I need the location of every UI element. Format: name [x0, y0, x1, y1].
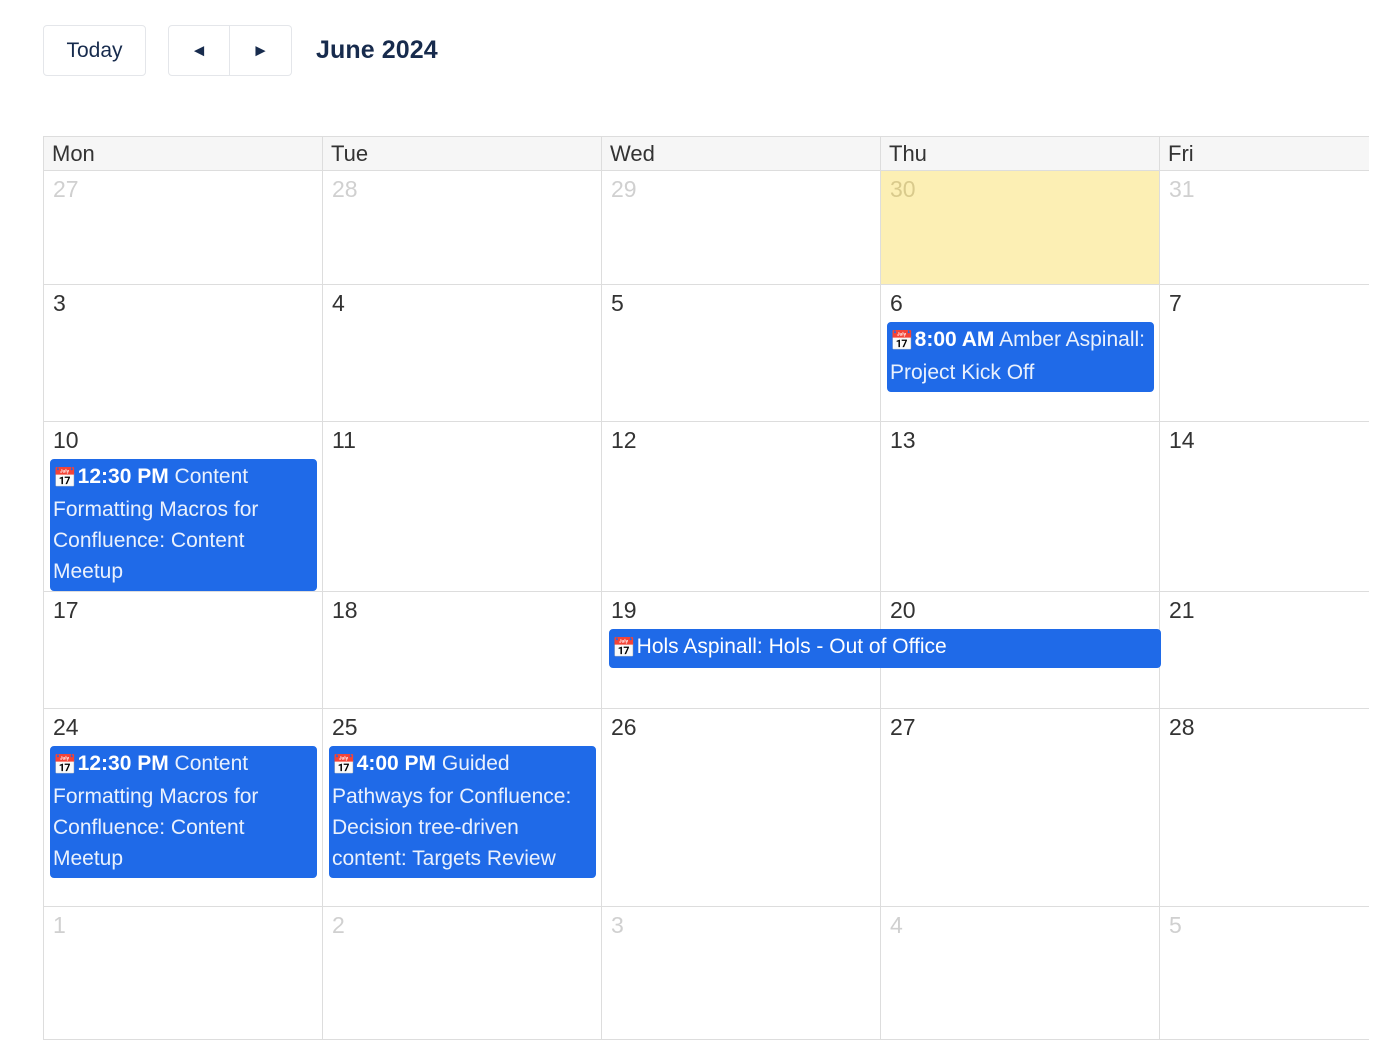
- calendar-day-cell[interactable]: 3: [44, 285, 323, 421]
- day-number: 20: [890, 597, 916, 623]
- day-number: 12: [611, 427, 637, 453]
- day-events: 📅12:30 PM Content Formatting Macros for …: [44, 742, 322, 878]
- calendar-day-cell[interactable]: 31: [1160, 171, 1400, 284]
- weekday-header-tue: Tue: [323, 137, 602, 170]
- day-number: 3: [611, 912, 624, 938]
- day-number: 21: [1169, 597, 1195, 623]
- calendar-day-cell[interactable]: 4: [881, 907, 1160, 1039]
- event-time: 12:30 PM: [77, 465, 169, 488]
- calendar-day-cell[interactable]: 13: [881, 422, 1160, 591]
- weekday-header-fri: Fri: [1160, 137, 1400, 170]
- day-number: 17: [53, 597, 79, 623]
- calendar-title: June 2024: [316, 35, 438, 64]
- calendar-event[interactable]: 📅12:30 PM Content Formatting Macros for …: [50, 459, 317, 591]
- calendar-week-row: 1 2 3 4 5: [44, 907, 1400, 1040]
- calendar-event[interactable]: 📅4:00 PM Guided Pathways for Confluence:…: [329, 746, 596, 878]
- day-number: 5: [611, 290, 624, 316]
- calendar-event-multiday[interactable]: 📅Hols Aspinall: Hols - Out of Office: [609, 629, 1161, 668]
- day-number: 11: [332, 427, 356, 453]
- calendar-day-cell[interactable]: 28: [323, 171, 602, 284]
- calendar-day-cell[interactable]: 5: [1160, 907, 1400, 1039]
- calendar-day-cell[interactable]: 24 📅12:30 PM Content Formatting Macros fo…: [44, 709, 323, 906]
- day-number: 6: [890, 290, 903, 316]
- calendar-day-cell[interactable]: 7: [1160, 285, 1400, 421]
- calendar-day-cell[interactable]: 12: [602, 422, 881, 591]
- calendar-day-cell[interactable]: 21: [1160, 592, 1400, 708]
- calendar-day-cell[interactable]: 26: [602, 709, 881, 906]
- calendar-day-cell[interactable]: 17: [44, 592, 323, 708]
- event-time: 8:00 AM: [914, 328, 995, 351]
- event-time: 12:30 PM: [77, 752, 169, 775]
- calendar-day-cell[interactable]: 18: [323, 592, 602, 708]
- calendar-week-row: 17 18 19 20 21 📅Hols Aspinall: Hols - Out of …: [44, 592, 1400, 709]
- day-number: 25: [332, 714, 358, 740]
- day-number: 24: [53, 714, 79, 740]
- weekday-header-thu: Thu: [881, 137, 1160, 170]
- calendar-day-cell-today[interactable]: 30: [881, 171, 1160, 284]
- day-number: 19: [611, 597, 637, 623]
- next-month-button[interactable]: ►: [230, 24, 292, 76]
- calendar-icon: 📅: [890, 331, 914, 352]
- calendar-day-cell[interactable]: 10 📅12:30 PM Content Formatting Macros fo…: [44, 422, 323, 591]
- day-number: 3: [53, 290, 66, 316]
- calendar-rows: 27 28 29 30 31 3 4 5 6 📅8:00 AM Amber Aspinall: P…: [44, 171, 1400, 1040]
- day-number: 18: [332, 597, 358, 623]
- calendar-event[interactable]: 📅8:00 AM Amber Aspinall: Project Kick Of…: [887, 322, 1154, 392]
- day-number: 31: [1169, 176, 1195, 202]
- calendar-icon: 📅: [53, 755, 77, 776]
- calendar-icon: 📅: [332, 755, 356, 776]
- calendar-icon: 📅: [53, 468, 77, 489]
- calendar-week-row: 27 28 29 30 31: [44, 171, 1400, 285]
- calendar-day-cell[interactable]: 28: [1160, 709, 1400, 906]
- calendar-day-cell[interactable]: 3: [602, 907, 881, 1039]
- day-number: 5: [1169, 912, 1182, 938]
- calendar-week-row: 10 📅12:30 PM Content Formatting Macros fo…: [44, 422, 1400, 592]
- day-number: 27: [53, 176, 79, 202]
- calendar-day-cell[interactable]: 4: [323, 285, 602, 421]
- day-number: 1: [53, 912, 66, 938]
- calendar-week-row: 3 4 5 6 📅8:00 AM Amber Aspinall: Project Kic…: [44, 285, 1400, 422]
- calendar-week-row: 24 📅12:30 PM Content Formatting Macros fo…: [44, 709, 1400, 907]
- day-events: 📅4:00 PM Guided Pathways for Confluence:…: [323, 742, 601, 878]
- weekday-header-mon: Mon: [44, 137, 323, 170]
- calendar-day-cell[interactable]: 25 📅4:00 PM Guided Pathways for Confluenc…: [323, 709, 602, 906]
- day-number: 14: [1169, 427, 1195, 453]
- event-time: 4:00 PM: [356, 752, 437, 775]
- day-number: 27: [890, 714, 916, 740]
- day-number: 2: [332, 912, 345, 938]
- nav-button-group: ◄ ►: [168, 24, 292, 76]
- day-events: 📅8:00 AM Amber Aspinall: Project Kick Of…: [881, 318, 1159, 392]
- calendar-toolbar: Today ◄ ► June 2024: [43, 24, 438, 76]
- next-arrow-icon: ►: [252, 40, 269, 60]
- day-number: 30: [890, 176, 916, 202]
- day-number: 29: [611, 176, 637, 202]
- month-calendar-grid: Mon Tue Wed Thu Fri 27 28 29 30 31 3 4 5 6 📅8:00 AM A…: [43, 136, 1400, 1040]
- calendar-day-cell[interactable]: 5: [602, 285, 881, 421]
- calendar-day-cell[interactable]: 2: [323, 907, 602, 1039]
- calendar-day-cell[interactable]: 27: [44, 171, 323, 284]
- calendar-day-cell[interactable]: 11: [323, 422, 602, 591]
- calendar-day-cell[interactable]: 27: [881, 709, 1160, 906]
- day-number: 4: [332, 290, 345, 316]
- calendar-day-cell[interactable]: 29: [602, 171, 881, 284]
- today-button[interactable]: Today: [43, 24, 146, 76]
- calendar-icon: 📅: [612, 638, 636, 659]
- day-number: 26: [611, 714, 637, 740]
- day-number: 28: [332, 176, 358, 202]
- day-events: 📅12:30 PM Content Formatting Macros for …: [44, 455, 322, 591]
- prev-arrow-icon: ◄: [190, 40, 208, 60]
- day-number: 4: [890, 912, 903, 938]
- prev-month-button[interactable]: ◄: [168, 24, 230, 76]
- calendar-day-cell[interactable]: 1: [44, 907, 323, 1039]
- day-number: 28: [1169, 714, 1195, 740]
- calendar-event[interactable]: 📅12:30 PM Content Formatting Macros for …: [50, 746, 317, 878]
- weekday-header-row: Mon Tue Wed Thu Fri: [44, 137, 1369, 171]
- day-number: 13: [890, 427, 916, 453]
- day-number: 7: [1169, 290, 1182, 316]
- event-title: Hols Aspinall: Hols - Out of Office: [636, 635, 947, 658]
- day-number: 10: [53, 427, 79, 453]
- weekday-header-wed: Wed: [602, 137, 881, 170]
- calendar-day-cell[interactable]: 6 📅8:00 AM Amber Aspinall: Project Kick O…: [881, 285, 1160, 421]
- calendar-day-cell[interactable]: 14: [1160, 422, 1400, 591]
